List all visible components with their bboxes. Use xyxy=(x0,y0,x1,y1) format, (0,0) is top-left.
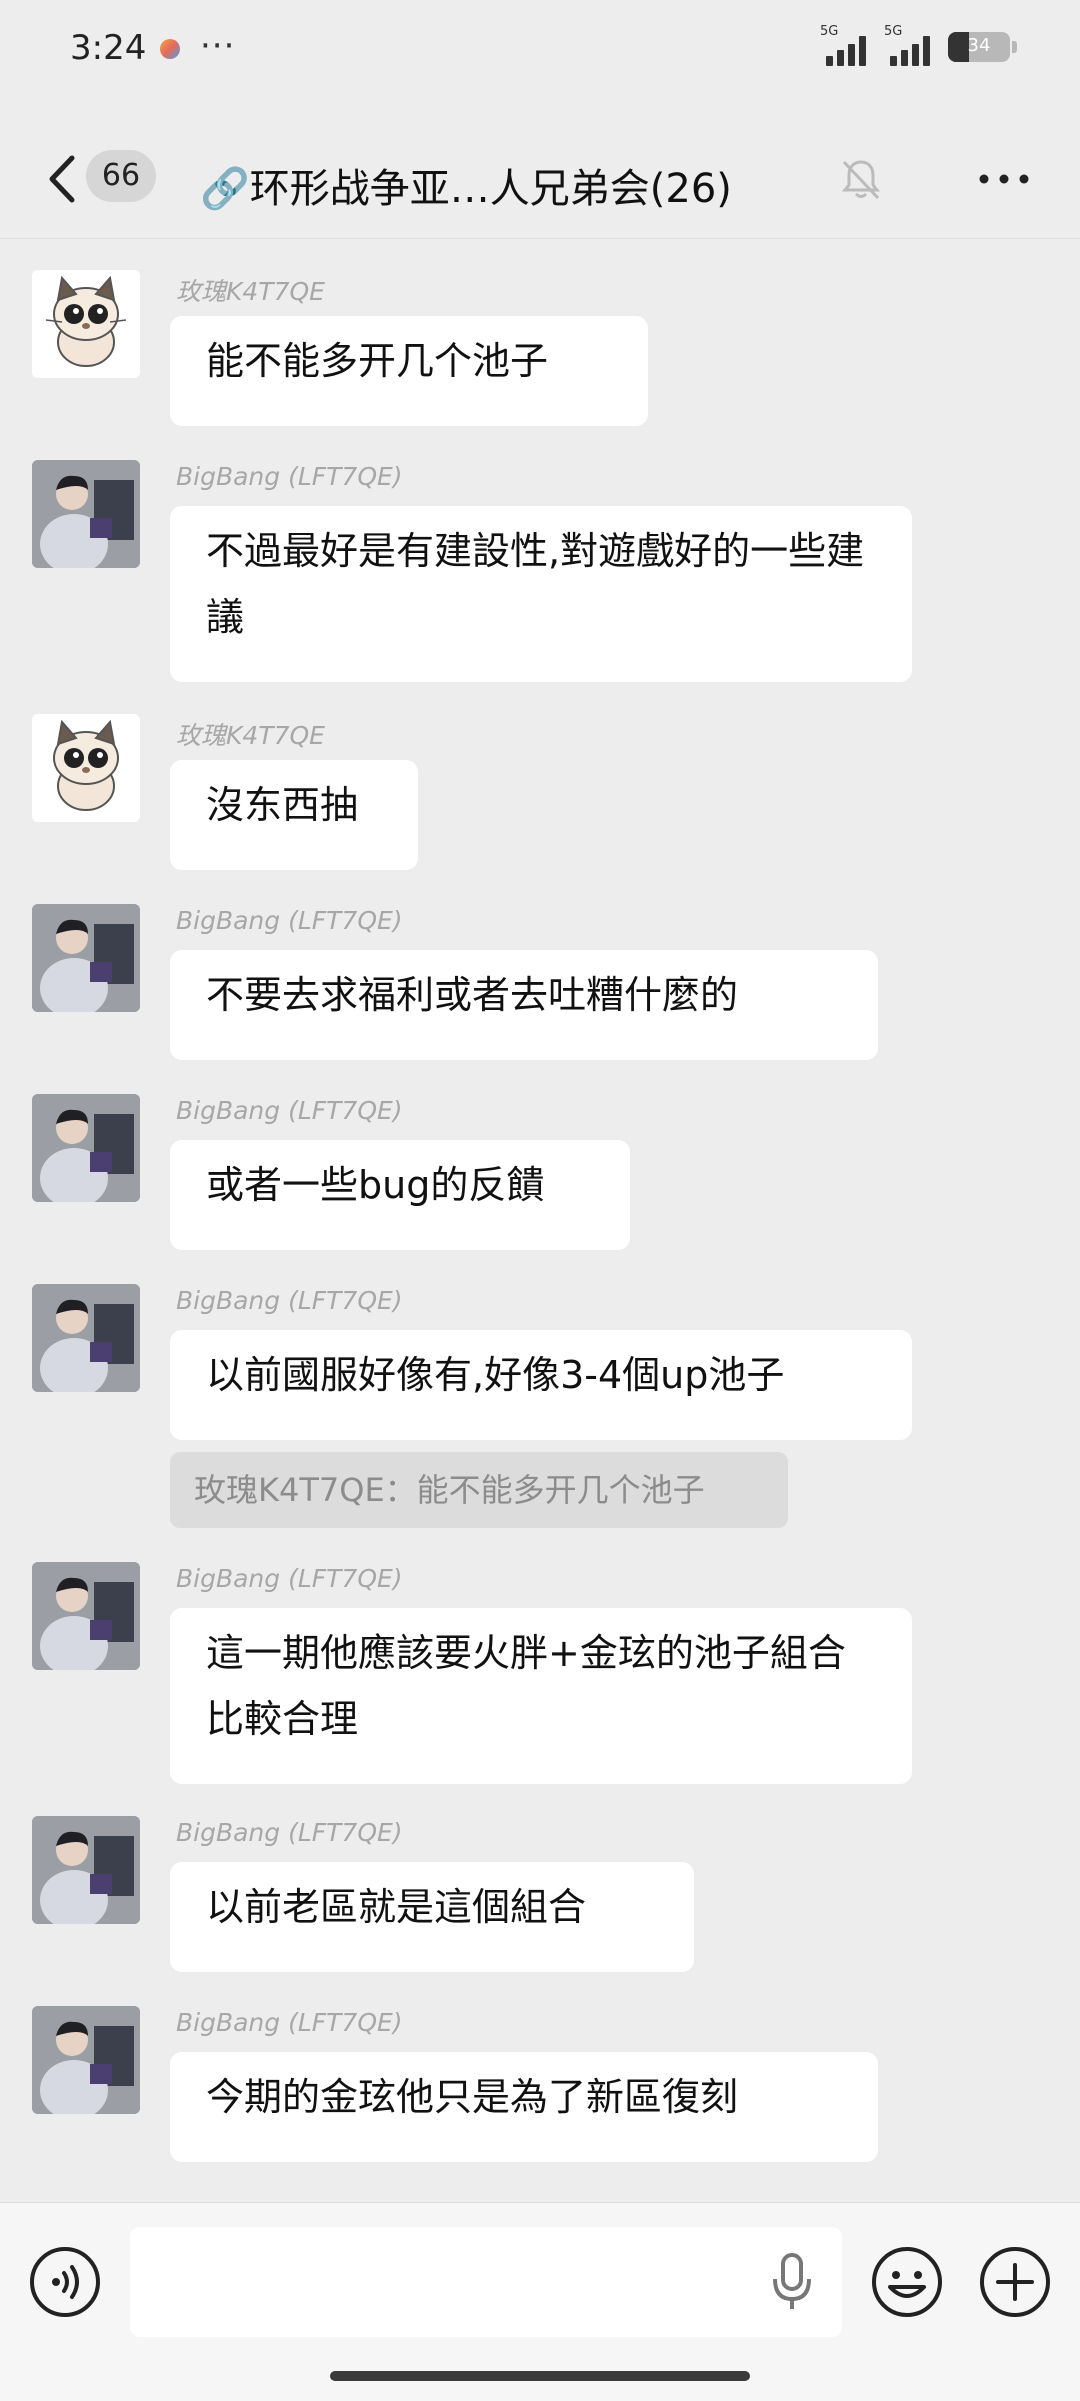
chat-header: 66 🔗环形战争亚…人兄弟会(26) xyxy=(0,120,1080,239)
unread-count-badge[interactable]: 66 xyxy=(86,150,156,202)
sender-name: BigBang (LFT7QE) xyxy=(176,906,403,935)
message-text: 沒东西抽 xyxy=(206,783,359,827)
avatar[interactable] xyxy=(32,2006,140,2114)
home-indicator[interactable] xyxy=(330,2371,750,2381)
message-text: 這一期他應該要火胖+金玹的池子組合比較合理 xyxy=(206,1631,846,1741)
message-text: 或者一些bug的反饋 xyxy=(206,1163,545,1207)
message-text: 不要去求福利或者去吐糟什麼的 xyxy=(206,973,739,1017)
status-more-indicator: ··· xyxy=(200,26,236,66)
boy-avatar-image xyxy=(32,460,140,568)
boy-avatar-image xyxy=(32,1562,140,1670)
boy-avatar-image xyxy=(32,1094,140,1202)
sender-name: BigBang (LFT7QE) xyxy=(176,1818,403,1847)
battery-percent: 34 xyxy=(967,35,991,56)
message-bubble[interactable]: 或者一些bug的反饋 xyxy=(170,1140,630,1250)
avatar[interactable] xyxy=(32,904,140,1012)
message-bubble[interactable]: 沒东西抽 xyxy=(170,760,418,870)
battery-icon: 34 xyxy=(948,32,1010,62)
notification-app-icon xyxy=(160,39,180,59)
message-list[interactable]: 玫瑰K4T7QE 能不能多开几个池子 BigBang (LFT7QE) 不過最好… xyxy=(0,240,1080,2200)
sender-name: BigBang (LFT7QE) xyxy=(176,1564,403,1593)
avatar[interactable] xyxy=(32,1094,140,1202)
quoted-text: 玫瑰K4T7QE：能不能多开几个池子 xyxy=(194,1471,705,1509)
avatar[interactable] xyxy=(32,460,140,568)
avatar[interactable] xyxy=(32,270,140,378)
sender-name: BigBang (LFT7QE) xyxy=(176,462,403,491)
status-time: 3:24 xyxy=(70,28,147,68)
message-input[interactable] xyxy=(130,2227,842,2337)
avatar[interactable] xyxy=(32,1284,140,1392)
message-bubble[interactable]: 不要去求福利或者去吐糟什麼的 xyxy=(170,950,878,1060)
message-text: 以前國服好像有,好像3-4個up池子 xyxy=(206,1353,785,1397)
boy-avatar-image xyxy=(32,2006,140,2114)
boy-avatar-image xyxy=(32,1284,140,1392)
message-text: 能不能多开几个池子 xyxy=(206,339,549,383)
sender-name: BigBang (LFT7QE) xyxy=(176,1096,403,1125)
cat-avatar-image xyxy=(53,719,119,811)
plus-icon[interactable] xyxy=(978,2245,1052,2319)
sender-name: 玫瑰K4T7QE xyxy=(176,277,325,306)
message-text: 不過最好是有建設性,對遊戲好的一些建議 xyxy=(206,529,865,639)
avatar[interactable] xyxy=(32,1562,140,1670)
voice-toggle-icon[interactable] xyxy=(28,2245,102,2319)
input-bar xyxy=(0,2202,1080,2401)
message-bubble[interactable]: 今期的金玹他只是為了新區復刻 xyxy=(170,2052,878,2162)
message-text: 今期的金玹他只是為了新區復刻 xyxy=(206,2075,739,2119)
bell-off-icon xyxy=(841,160,881,200)
chevron-left-icon[interactable] xyxy=(40,152,90,206)
message-bubble[interactable]: 這一期他應該要火胖+金玹的池子組合比較合理 xyxy=(170,1608,912,1784)
boy-avatar-image xyxy=(32,904,140,1012)
message-text: 以前老區就是這個組合 xyxy=(206,1885,587,1929)
microphone-icon[interactable] xyxy=(770,2251,814,2313)
sender-name: BigBang (LFT7QE) xyxy=(176,2008,403,2037)
message-bubble[interactable]: 以前老區就是這個組合 xyxy=(170,1862,694,1972)
chat-title[interactable]: 🔗环形战争亚…人兄弟会(26) xyxy=(200,156,732,214)
cat-avatar-image xyxy=(45,275,127,367)
avatar[interactable] xyxy=(32,714,140,822)
more-dots-icon[interactable] xyxy=(976,168,1032,190)
quoted-message[interactable]: 玫瑰K4T7QE：能不能多开几个池子 xyxy=(170,1452,788,1528)
message-bubble[interactable]: 不過最好是有建設性,對遊戲好的一些建議 xyxy=(170,506,912,682)
status-bar: 3:24 ··· 5G 5G 34 xyxy=(0,0,1080,100)
message-bubble[interactable]: 能不能多开几个池子 xyxy=(170,316,648,426)
sender-name: 玫瑰K4T7QE xyxy=(176,721,325,750)
avatar[interactable] xyxy=(32,1816,140,1924)
emoji-icon[interactable] xyxy=(870,2245,944,2319)
message-bubble[interactable]: 以前國服好像有,好像3-4個up池子 xyxy=(170,1330,912,1440)
sender-name: BigBang (LFT7QE) xyxy=(176,1286,403,1315)
boy-avatar-image xyxy=(32,1816,140,1924)
